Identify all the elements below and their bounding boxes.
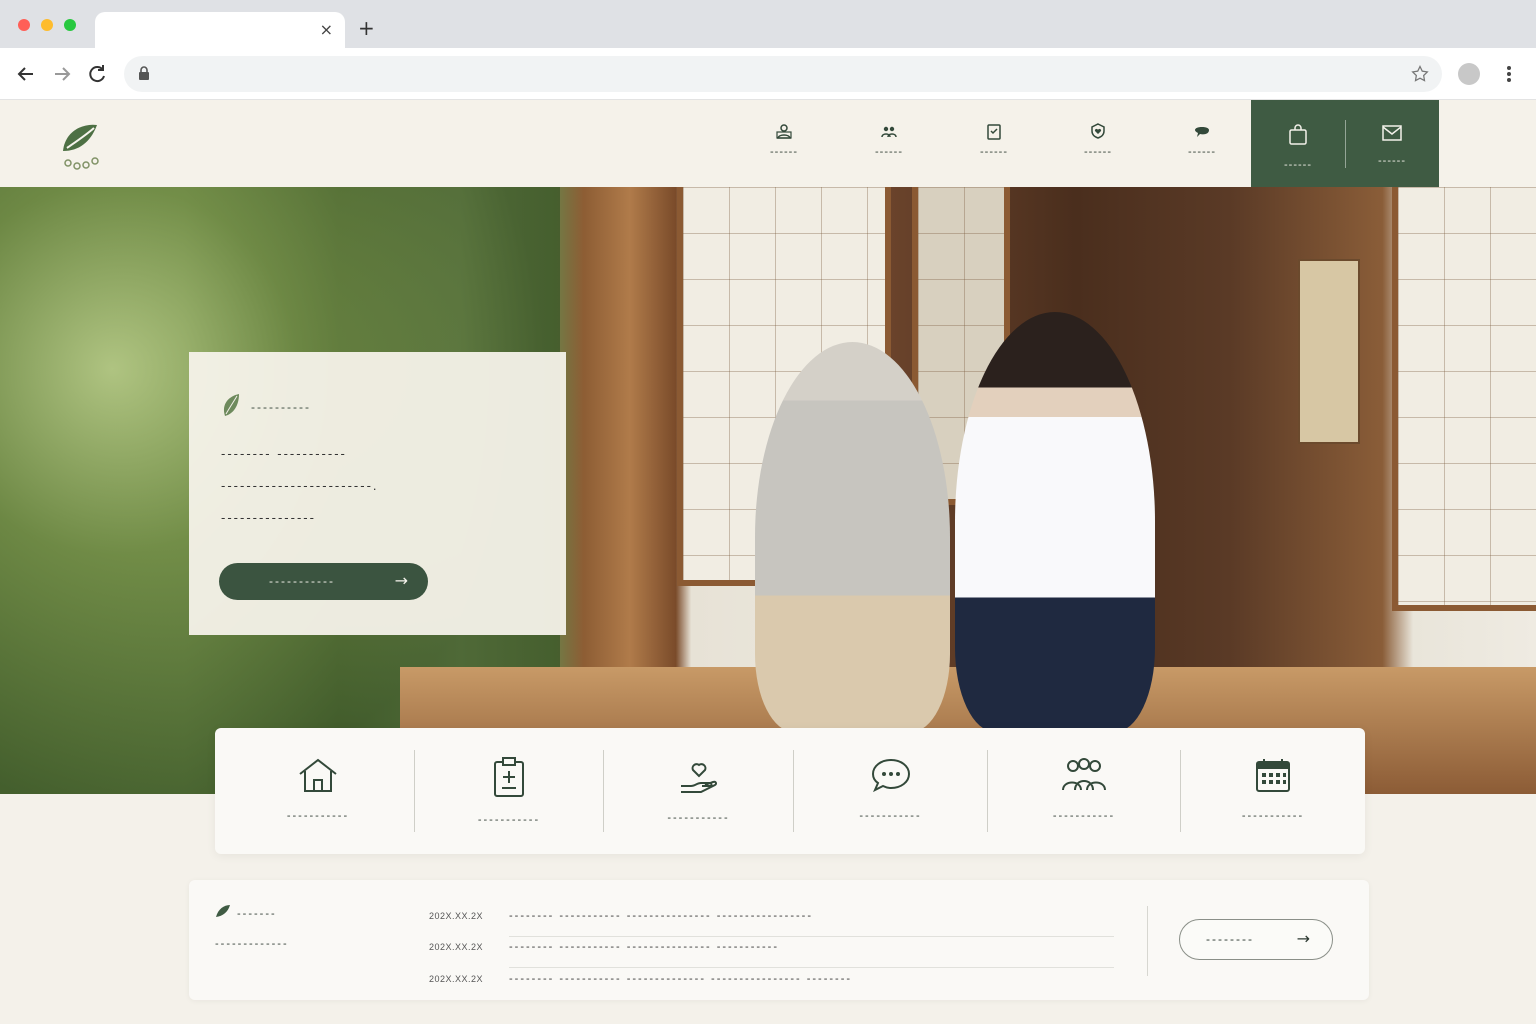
news-row-divider <box>509 967 1114 968</box>
service-label: ----------- <box>667 812 730 824</box>
lock-icon <box>139 66 149 80</box>
right-arrow-icon: → <box>394 571 410 590</box>
services-panel: ----------- ----------- ----------- ----… <box>215 728 1365 854</box>
news-list-item[interactable]: 202X.XX.2X -------- ----------- --------… <box>429 910 1115 941</box>
profile-avatar[interactable] <box>1458 63 1480 85</box>
nav-label: ------ <box>1188 146 1216 158</box>
hero-message-card: ---------- -------- ----------- --------… <box>189 352 566 635</box>
leaf-logo-icon[interactable] <box>55 117 111 171</box>
right-arrow-icon: → <box>1296 929 1312 948</box>
service-label: ----------- <box>1241 810 1305 822</box>
forward-arrow-icon[interactable] <box>50 62 74 86</box>
service-item-support[interactable]: ----------- <box>604 728 793 854</box>
back-arrow-icon[interactable] <box>14 62 38 86</box>
hero-cta-label: ----------- <box>269 574 335 588</box>
nav-label: ------ <box>770 146 798 158</box>
mail-icon <box>1382 125 1402 141</box>
address-bar[interactable] <box>124 56 1442 92</box>
news-date: 202X.XX.2X <box>429 942 484 952</box>
person-badge-icon <box>776 124 792 139</box>
service-label: ----------- <box>859 810 922 822</box>
tab-close-icon[interactable]: × <box>320 20 333 39</box>
care-people-icon <box>881 126 897 138</box>
nav-label: ------ <box>1084 146 1112 158</box>
hero-headline-line: ------------------------. <box>221 478 379 493</box>
calendar-icon <box>1256 759 1290 792</box>
leaf-icon <box>216 905 230 917</box>
cta-label: ------ <box>1284 159 1312 171</box>
leaf-icon <box>223 394 239 416</box>
news-subtitle: ------------- <box>215 938 289 950</box>
service-item-community[interactable]: ----------- <box>988 728 1180 854</box>
group-icon <box>1062 758 1106 791</box>
service-label: ----------- <box>1052 810 1116 822</box>
speech-bubble-icon <box>871 758 910 793</box>
news-button-label: -------- <box>1206 932 1254 946</box>
news-heading: ------- ------------- <box>215 904 287 950</box>
cta-label: ------ <box>1378 155 1406 167</box>
browser-tab-strip: × + <box>0 0 1536 48</box>
hero-eyebrow: ---------- <box>251 400 311 414</box>
maximize-window-button[interactable] <box>64 19 76 31</box>
shield-heart-icon <box>1091 123 1105 139</box>
caregiver-figure <box>955 312 1155 732</box>
hanging-scroll <box>1298 259 1360 444</box>
new-tab-button[interactable]: + <box>358 16 375 40</box>
home-icon <box>299 758 337 792</box>
nav-label: ------ <box>875 146 903 158</box>
hero-headline-line: -------- ----------- <box>221 446 347 461</box>
shoji-screen-right <box>1392 187 1536 611</box>
minimize-window-button[interactable] <box>41 19 53 31</box>
news-date: 202X.XX.2X <box>429 911 484 921</box>
news-vertical-divider <box>1147 906 1148 976</box>
service-item-consultation[interactable]: ----------- <box>794 728 987 854</box>
news-headline[interactable]: -------- ----------- --------------- ---… <box>509 910 813 922</box>
nav-item-4[interactable]: ------ <box>1063 122 1133 166</box>
contact-cta-block: ------ ------ <box>1251 100 1439 187</box>
nav-item-1[interactable]: ------ <box>749 122 819 166</box>
nav-label: ------ <box>980 146 1008 158</box>
news-headline[interactable]: -------- ----------- -------------- ----… <box>509 973 852 985</box>
service-item-schedule[interactable]: ----------- <box>1181 728 1365 854</box>
service-item-home[interactable]: ----------- <box>223 728 413 854</box>
browser-toolbar <box>0 48 1536 100</box>
news-headline[interactable]: -------- ----------- --------------- ---… <box>509 941 779 953</box>
reload-icon[interactable] <box>85 62 109 86</box>
news-row-divider <box>509 936 1114 937</box>
view-all-news-button[interactable]: -------- → <box>1179 919 1333 960</box>
hero-cta-button[interactable]: ----------- → <box>219 563 428 600</box>
news-list-item[interactable]: 202X.XX.2X -------- ----------- --------… <box>429 941 1115 972</box>
bag-icon <box>1289 124 1307 145</box>
news-title: ------- <box>237 908 277 920</box>
chat-bubble-icon <box>1195 127 1209 137</box>
clipboard-plus-icon <box>494 757 524 797</box>
cta-item-1[interactable]: ------ <box>1251 124 1345 171</box>
nav-item-3[interactable]: ------ <box>959 122 1029 166</box>
news-list-item[interactable]: 202X.XX.2X -------- ----------- --------… <box>429 973 1115 1004</box>
service-item-care-plan[interactable]: ----------- <box>415 728 603 854</box>
hero-section: ---------- -------- ----------- --------… <box>0 187 1536 794</box>
clipboard-icon <box>987 124 1001 140</box>
service-label: ----------- <box>286 810 350 822</box>
cta-item-2[interactable]: ------ <box>1345 124 1439 167</box>
news-date: 202X.XX.2X <box>429 974 484 984</box>
hand-heart-icon <box>680 763 717 793</box>
bookmark-star-icon[interactable] <box>1410 64 1430 84</box>
elderly-woman-figure <box>755 342 950 732</box>
nav-item-5[interactable]: ------ <box>1167 122 1237 166</box>
site-header: ------ ------ ------ ------ ------ -----… <box>0 100 1536 188</box>
browser-menu-icon[interactable] <box>1501 62 1517 86</box>
service-label: ----------- <box>477 814 541 826</box>
news-section: ------- ------------- 202X.XX.2X -------… <box>189 880 1369 1000</box>
close-window-button[interactable] <box>18 19 30 31</box>
nav-item-2[interactable]: ------ <box>854 122 924 166</box>
browser-tab[interactable]: × <box>95 12 345 48</box>
hero-headline-line: --------------- <box>221 510 316 525</box>
